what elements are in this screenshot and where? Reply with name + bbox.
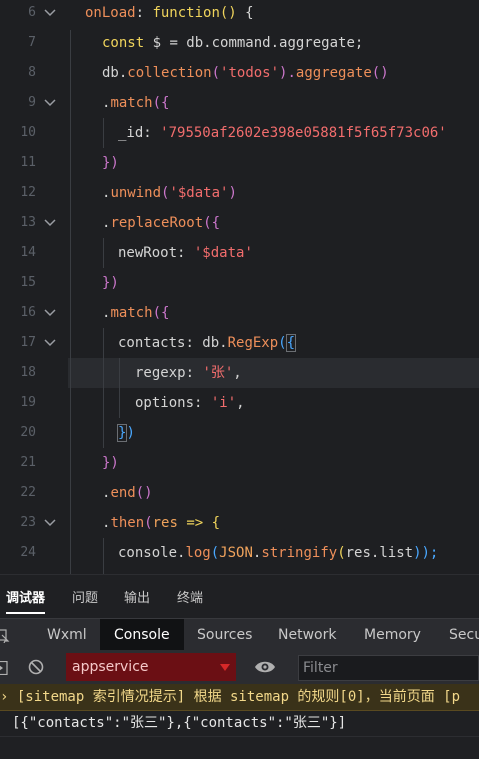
line-number: 20 (20, 425, 36, 440)
fold-chevron-icon[interactable] (44, 7, 56, 19)
code-text: .end() (102, 485, 153, 501)
bottom-panel: 调试器 问题 输出 终端 Wxml Console Sources Networ… (0, 574, 479, 759)
tab-network[interactable]: Network (267, 619, 347, 651)
code-text: regexp: '张', (135, 365, 242, 381)
code-text: const $ = db.command.aggregate; (102, 35, 364, 51)
line-number: 14 (20, 245, 36, 260)
line-number: 24 (20, 545, 36, 560)
code-line: 6 onLoad: function() { (0, 0, 479, 28)
code-line: 14 newRoot: '$data' (0, 238, 479, 268)
fold-chevron-icon[interactable] (44, 307, 56, 319)
code-line: 23 .then(res => { (0, 508, 479, 538)
tab-security[interactable]: Secu (438, 619, 479, 651)
code-line: 20 }) (0, 418, 479, 448)
code-line: 12 .unwind('$data') (0, 178, 479, 208)
code-line: 13 .replaceRoot({ (0, 208, 479, 238)
fold-chevron-icon[interactable] (44, 337, 56, 349)
code-line: 17 contacts: db.RegExp({ (0, 328, 479, 358)
code-line: 9 .match({ (0, 88, 479, 118)
tab-output[interactable]: 输出 (124, 587, 150, 606)
console-warning-message[interactable]: › [sitemap 索引情况提示] 根据 sitemap 的规则[0]，当前页… (0, 684, 479, 711)
code-line: 19 options: 'i', (0, 388, 479, 418)
code-line: 21 }) (0, 448, 479, 478)
code-text: db.collection('todos').aggregate() (102, 65, 389, 81)
line-number: 6 (28, 5, 36, 20)
line-number: 17 (20, 335, 36, 350)
line-number: 18 (20, 365, 36, 380)
console-log-message[interactable]: [{"contacts":"张三"},{"contacts":"张三"}] (0, 710, 479, 737)
code-text: .match({ (102, 305, 170, 321)
line-number: 12 (20, 185, 36, 200)
code-text: .unwind('$data') (102, 185, 237, 201)
filter-input[interactable] (303, 656, 473, 680)
tab-problems[interactable]: 问题 (72, 587, 98, 606)
line-number: 9 (28, 95, 36, 110)
eye-icon[interactable] (254, 659, 276, 679)
code-line: 11 }) (0, 148, 479, 178)
code-line: 18 regexp: '张', (0, 358, 479, 388)
line-number: 15 (20, 275, 36, 290)
inspect-element-icon[interactable] (0, 628, 10, 647)
code-text: }) (116, 424, 135, 442)
code-line: 24 console.log(JSON.stringify(res.list))… (0, 538, 479, 568)
code-text: onLoad: function() { (85, 5, 254, 21)
line-number: 23 (20, 515, 36, 530)
code-line: 8 db.collection('todos').aggregate() (0, 58, 479, 88)
tab-debugger[interactable]: 调试器 (6, 587, 46, 614)
code-line: 15 }) (0, 268, 479, 298)
code-text: .replaceRoot({ (102, 215, 221, 231)
fold-chevron-icon[interactable] (44, 217, 56, 229)
context-selector[interactable]: appservice (66, 653, 236, 681)
code-line: 16 .match({ (0, 298, 479, 328)
line-number: 21 (20, 455, 36, 470)
fold-chevron-icon[interactable] (44, 517, 56, 529)
line-number: 16 (20, 305, 36, 320)
code-text: .match({ (102, 95, 170, 111)
code-text: .then(res => { (102, 515, 221, 531)
tab-console[interactable]: Console (100, 619, 184, 651)
code-text: }) (102, 155, 119, 171)
tab-terminal[interactable]: 终端 (177, 587, 203, 606)
filter-field[interactable] (298, 655, 479, 681)
line-number: 19 (20, 395, 36, 410)
code-line: 7 const $ = db.command.aggregate; (0, 28, 479, 58)
tab-wxml[interactable]: Wxml (36, 619, 98, 651)
log-text: [{"contacts":"张三"},{"contacts":"张三"}] (12, 715, 347, 731)
code-text: contacts: db.RegExp({ (118, 334, 297, 352)
code-text: _id: '79550af2602e398e05881f5f65f73c06' (118, 125, 447, 141)
tab-sources[interactable]: Sources (186, 619, 263, 651)
line-number: 22 (20, 485, 36, 500)
warning-text: › [sitemap 索引情况提示] 根据 sitemap 的规则[0]，当前页… (0, 689, 461, 705)
code-text: options: 'i', (135, 395, 245, 411)
dropdown-arrow-icon (220, 664, 230, 671)
context-selector-value: appservice (72, 659, 149, 675)
fold-chevron-icon[interactable] (44, 97, 56, 109)
code-editor[interactable]: 6 onLoad: function() { 7 const $ = db.co… (0, 0, 479, 574)
sidebar-toggle-icon[interactable] (0, 660, 10, 679)
line-number: 13 (20, 215, 36, 230)
line-number: 10 (20, 125, 36, 140)
console-toolbar: appservice (0, 650, 479, 685)
line-number: 11 (20, 155, 36, 170)
panel-tab-bar: 调试器 问题 输出 终端 (0, 574, 479, 619)
code-text: }) (102, 455, 119, 471)
tab-memory[interactable]: Memory (353, 619, 432, 651)
line-number: 8 (28, 65, 36, 80)
code-text: newRoot: '$data' (118, 245, 253, 261)
line-number: 7 (28, 35, 36, 50)
code-text: console.log(JSON.stringify(res.list)); (118, 545, 439, 561)
code-line: 22 .end() (0, 478, 479, 508)
code-text: }) (102, 275, 119, 291)
devtools-tab-bar: Wxml Console Sources Network Memory Secu (0, 618, 479, 652)
code-line: 10 _id: '79550af2602e398e05881f5f65f73c0… (0, 118, 479, 148)
clear-console-icon[interactable] (28, 659, 44, 679)
